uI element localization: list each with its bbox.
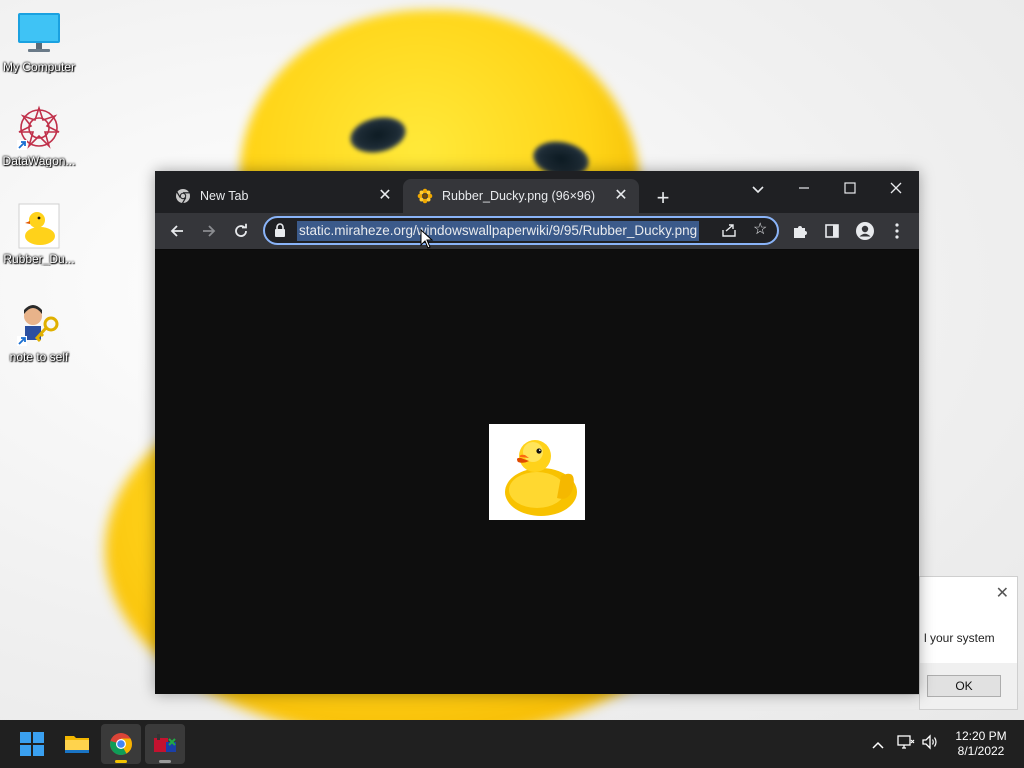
clock-date: 8/1/2022 [957, 744, 1005, 758]
image-viewer [155, 250, 919, 694]
tab-title: New Tab [200, 189, 249, 203]
ok-button[interactable]: OK [927, 675, 1001, 697]
back-arrow-icon[interactable] [165, 219, 189, 243]
background-window-edge [670, 694, 920, 709]
new-tab-button[interactable]: + [651, 187, 675, 211]
network-icon[interactable] [896, 734, 916, 754]
desktop-icon-datawagon[interactable]: DataWagon... [1, 104, 77, 168]
mouse-cursor [420, 228, 434, 249]
chrome-taskbar-button[interactable] [101, 724, 141, 764]
folder-icon [65, 736, 89, 753]
monitor-icon [15, 10, 63, 58]
side-panel-icon[interactable] [820, 219, 844, 243]
clock-time: 12:20 PM [955, 729, 1007, 743]
taskbar: 12:20 PM 8/1/2022 [0, 720, 1024, 768]
dialog-message: l your system [924, 631, 995, 645]
extensions-puzzle-icon[interactable] [788, 219, 812, 243]
close-tab-icon[interactable]: ✕ [375, 186, 395, 206]
desktop-icon-my-computer[interactable]: My Computer [1, 10, 77, 74]
desktop-icon-label: Rubber_Du... [3, 252, 75, 266]
browser-window: New Tab ✕ Rubber_Ducky.png (96×96) ✕ + s… [155, 171, 919, 694]
start-button[interactable] [12, 724, 52, 764]
clock[interactable]: 12:20 PM 8/1/2022 [944, 729, 1018, 759]
show-hidden-icons-chevron-icon[interactable] [868, 734, 888, 754]
maximize-button[interactable] [830, 175, 870, 203]
lock-icon[interactable] [274, 222, 290, 240]
close-window-button[interactable] [876, 175, 916, 203]
tab-title: Rubber_Ducky.png (96×96) [442, 189, 595, 203]
tab-search-chevron-icon[interactable] [738, 175, 778, 203]
close-tab-icon[interactable]: ✕ [611, 186, 631, 206]
reload-icon[interactable] [229, 219, 253, 243]
tab-rubber-ducky[interactable]: Rubber_Ducky.png (96×96) ✕ [403, 179, 639, 213]
active-indicator [115, 760, 127, 763]
chrome-icon [175, 188, 191, 204]
tab-strip: New Tab ✕ Rubber_Ducky.png (96×96) ✕ + [155, 171, 919, 213]
flower-favicon-icon [417, 188, 433, 204]
app-taskbar-button[interactable] [145, 724, 185, 764]
url-text[interactable]: static.miraheze.org/windowswallpaperwiki… [297, 221, 700, 241]
close-icon[interactable]: ✕ [996, 583, 1009, 603]
share-icon[interactable] [721, 222, 739, 240]
profile-avatar-icon[interactable] [853, 219, 877, 243]
bookmark-star-icon[interactable]: ☆ [753, 220, 771, 240]
desktop-icon-rubber-duck[interactable]: Rubber_Du... [1, 202, 77, 266]
desktop-icon-note-to-self[interactable]: note to self [1, 300, 77, 364]
file-explorer-button[interactable] [57, 724, 97, 764]
windows-logo-icon [20, 732, 44, 756]
browser-toolbar: static.miraheze.org/windowswallpaperwiki… [155, 213, 919, 249]
minimize-button[interactable] [784, 175, 824, 203]
more-menu-icon[interactable] [885, 219, 909, 243]
volume-icon[interactable] [920, 734, 940, 754]
rubber-duck-file-icon [15, 202, 63, 250]
rubber-ducky-image[interactable] [489, 424, 585, 520]
forward-arrow-icon[interactable] [197, 219, 221, 243]
message-dialog: ✕ l your system OK [919, 576, 1018, 710]
desktop-icon-label: note to self [9, 350, 69, 364]
note-to-self-icon [15, 300, 63, 348]
running-indicator [159, 760, 171, 763]
desktop-icon-label: DataWagon... [2, 154, 76, 168]
desktop-icon-label: My Computer [2, 60, 76, 74]
chrome-icon [110, 733, 132, 755]
datawagon-icon [15, 104, 63, 152]
tab-new-tab[interactable]: New Tab ✕ [161, 179, 403, 213]
address-bar[interactable]: static.miraheze.org/windowswallpaperwiki… [263, 216, 779, 245]
app-icon [154, 734, 176, 752]
